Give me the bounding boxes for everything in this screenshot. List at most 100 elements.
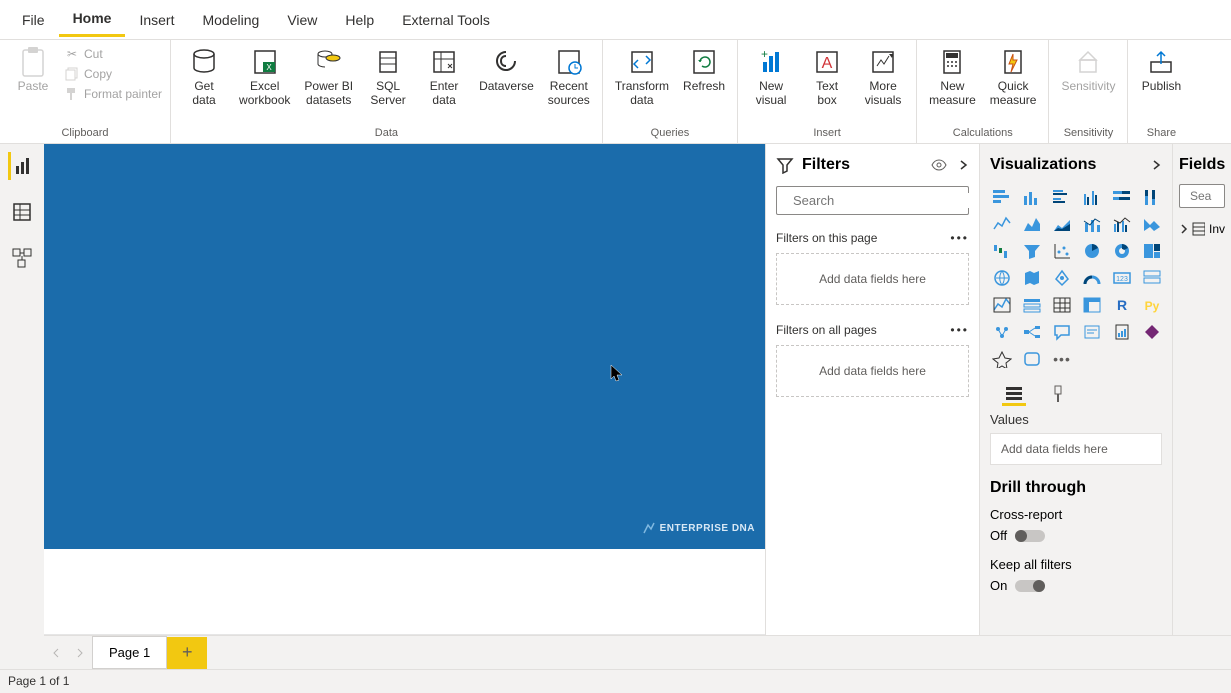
viz-matrix-icon[interactable] (1080, 294, 1104, 316)
more-visuals-button[interactable]: More visuals (858, 44, 908, 110)
pbi-datasets-button[interactable]: Power BI datasets (300, 44, 357, 110)
quick-measure-button[interactable]: Quick measure (986, 44, 1041, 110)
fields-table-item[interactable]: Inv (1179, 222, 1225, 236)
viz-gauge-icon[interactable] (1080, 267, 1104, 289)
filters-all-dropzone[interactable]: Add data fields here (776, 345, 969, 397)
refresh-button[interactable]: Refresh (679, 44, 729, 96)
dataverse-button[interactable]: Dataverse (475, 44, 538, 96)
canvas-bottom-area[interactable] (44, 549, 765, 634)
viz-line-icon[interactable] (990, 213, 1014, 235)
calculations-group-label: Calculations (925, 125, 1040, 141)
viz-decomposition-tree-icon[interactable] (1020, 321, 1044, 343)
viz-waterfall-icon[interactable] (990, 240, 1014, 262)
fields-search-input[interactable] (1190, 189, 1218, 203)
model-view-button[interactable] (8, 244, 36, 272)
filters-search-box[interactable] (776, 186, 969, 215)
menu-insert[interactable]: Insert (125, 4, 188, 36)
page-tab-1[interactable]: Page 1 (92, 636, 167, 669)
viz-shape-map-icon[interactable] (1050, 267, 1074, 289)
page-nav-prev[interactable] (46, 643, 66, 663)
add-page-button[interactable]: + (167, 637, 207, 669)
viz-stacked-area-icon[interactable] (1050, 213, 1074, 235)
viz-custom1-icon[interactable] (990, 348, 1014, 370)
filters-page-dropzone[interactable]: Add data fields here (776, 253, 969, 305)
fields-search-box[interactable] (1179, 184, 1225, 208)
filters-search-input[interactable] (793, 193, 969, 208)
values-label: Values (990, 412, 1162, 427)
new-measure-button[interactable]: New measure (925, 44, 980, 110)
page-nav-next[interactable] (70, 643, 90, 663)
text-box-button[interactable]: A Text box (802, 44, 852, 110)
recent-sources-button[interactable]: Recent sources (544, 44, 594, 110)
menu-home[interactable]: Home (59, 2, 126, 37)
menu-help[interactable]: Help (331, 4, 388, 36)
report-view-button[interactable] (8, 152, 36, 180)
collapse-viz-icon[interactable] (1150, 159, 1162, 171)
viz-fields-tab[interactable] (1002, 382, 1026, 406)
viz-stacked-bar-icon[interactable] (990, 186, 1014, 208)
sql-server-button[interactable]: SQL Server (363, 44, 413, 110)
menu-external-tools[interactable]: External Tools (388, 4, 504, 36)
queries-group-label: Queries (611, 125, 729, 141)
viz-multi-row-card-icon[interactable] (1140, 267, 1164, 289)
cross-report-toggle[interactable] (1015, 530, 1045, 542)
viz-line-stacked-column-icon[interactable] (1080, 213, 1104, 235)
viz-custom2-icon[interactable] (1020, 348, 1044, 370)
filters-all-more-icon[interactable]: ••• (950, 323, 969, 337)
viz-format-tab[interactable] (1046, 382, 1070, 406)
transform-data-button[interactable]: Transform data (611, 44, 673, 110)
cross-report-label: Cross-report (990, 507, 1162, 522)
viz-r-script-icon[interactable]: R (1110, 294, 1134, 316)
publish-button[interactable]: Publish (1136, 44, 1186, 96)
viz-qa-icon[interactable] (1050, 321, 1074, 343)
get-data-button[interactable]: Get data (179, 44, 229, 110)
viz-get-more-icon[interactable]: ••• (1050, 348, 1074, 370)
viz-map-icon[interactable] (990, 267, 1014, 289)
values-dropzone[interactable]: Add data fields here (990, 433, 1162, 465)
status-bar: Page 1 of 1 (0, 669, 1231, 693)
viz-slicer-icon[interactable] (1020, 294, 1044, 316)
menu-view[interactable]: View (273, 4, 331, 36)
filters-page-more-icon[interactable]: ••• (950, 231, 969, 245)
viz-donut-icon[interactable] (1110, 240, 1134, 262)
viz-card-icon[interactable]: 123 (1110, 267, 1134, 289)
viz-stacked-column-icon[interactable] (1020, 186, 1044, 208)
menu-file[interactable]: File (8, 4, 59, 36)
report-canvas-wrap: ENTERPRISE DNA (44, 144, 765, 669)
keep-filters-toggle[interactable] (1015, 580, 1045, 592)
viz-kpi-icon[interactable] (990, 294, 1014, 316)
viz-table-icon[interactable] (1050, 294, 1074, 316)
viz-100-stacked-column-icon[interactable] (1140, 186, 1164, 208)
new-visual-button[interactable]: + New visual (746, 44, 796, 110)
data-view-button[interactable] (8, 198, 36, 226)
viz-area-icon[interactable] (1020, 213, 1044, 235)
viz-100-stacked-bar-icon[interactable] (1110, 186, 1134, 208)
eye-icon[interactable] (931, 157, 947, 173)
menu-modeling[interactable]: Modeling (188, 4, 273, 36)
clipboard-icon (17, 46, 49, 78)
recent-sources-icon (553, 46, 585, 78)
viz-funnel-icon[interactable] (1020, 240, 1044, 262)
viz-key-influencers-icon[interactable] (990, 321, 1014, 343)
viz-pie-icon[interactable] (1080, 240, 1104, 262)
viz-paginated-report-icon[interactable] (1110, 321, 1134, 343)
viz-line-clustered-column-icon[interactable] (1110, 213, 1134, 235)
viz-treemap-icon[interactable] (1140, 240, 1164, 262)
viz-clustered-bar-icon[interactable] (1050, 186, 1074, 208)
cut-label: Cut (84, 47, 103, 61)
excel-workbook-button[interactable]: X Excel workbook (235, 44, 294, 110)
viz-smart-narrative-icon[interactable] (1080, 321, 1104, 343)
collapse-filters-icon[interactable] (957, 159, 969, 171)
viz-power-apps-icon[interactable] (1140, 321, 1164, 343)
viz-ribbon-icon[interactable] (1140, 213, 1164, 235)
enter-data-button[interactable]: Enter data (419, 44, 469, 110)
viz-scatter-icon[interactable] (1050, 240, 1074, 262)
keep-filters-label: Keep all filters (990, 557, 1162, 572)
refresh-label: Refresh (683, 80, 725, 94)
viz-filled-map-icon[interactable] (1020, 267, 1044, 289)
scissors-icon: ✂ (64, 46, 80, 62)
report-canvas[interactable]: ENTERPRISE DNA (44, 144, 765, 549)
viz-clustered-column-icon[interactable] (1080, 186, 1104, 208)
viz-python-icon[interactable]: Py (1140, 294, 1164, 316)
new-visual-label: New visual (756, 80, 787, 108)
